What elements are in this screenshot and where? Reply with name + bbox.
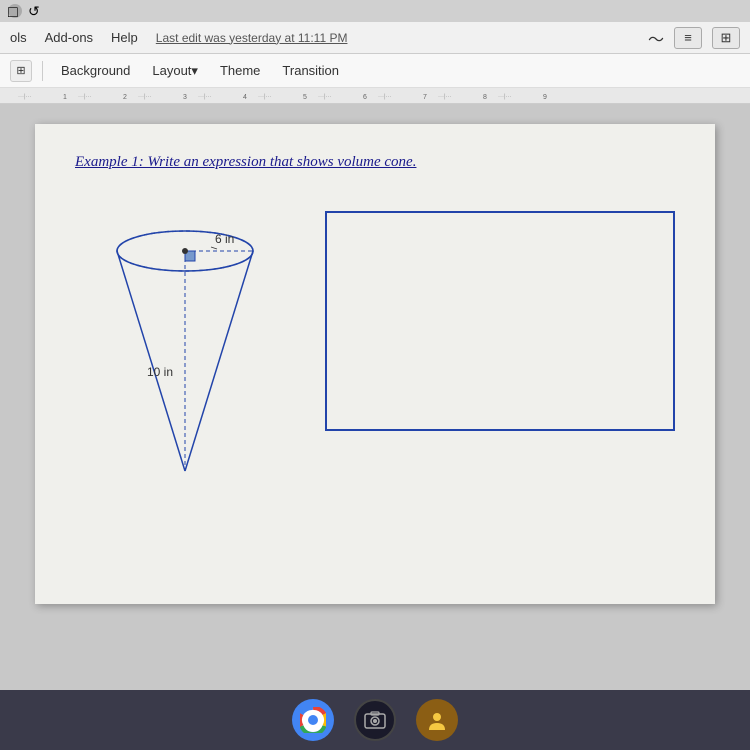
- top-bar-square-icon: □: [8, 4, 22, 18]
- toolbar-separator: [42, 61, 43, 81]
- svg-text:···|···: ···|···: [78, 94, 92, 100]
- svg-text:5: 5: [303, 94, 307, 101]
- svg-text:6 in: 6 in: [215, 232, 234, 246]
- taskbar: [0, 690, 750, 750]
- svg-text:2: 2: [123, 94, 127, 101]
- svg-text:9: 9: [543, 94, 547, 101]
- cone-area: 6 in 10 in: [75, 191, 295, 491]
- menu-item-help[interactable]: Help: [111, 30, 138, 45]
- slide-content: 6 in 10 in: [75, 191, 675, 491]
- svg-text:···|···: ···|···: [18, 94, 32, 100]
- slide-title: Example 1: Write an expression that show…: [75, 154, 675, 171]
- ruler-marks: 1 2 3 4 5 6 7 8 9 ···|··· ···|··· ···|··…: [0, 88, 750, 103]
- slide-area: Example 1: Write an expression that show…: [0, 104, 750, 690]
- plus-icon-btn[interactable]: ⊞: [712, 27, 740, 49]
- taskbar-camera-icon[interactable]: [354, 699, 396, 741]
- svg-text:···|···: ···|···: [318, 94, 332, 100]
- top-bar-refresh-icon[interactable]: ↺: [28, 3, 40, 20]
- squiggle-icon: ～: [648, 26, 664, 50]
- svg-text:10 in: 10 in: [147, 365, 173, 379]
- ruler: 1 2 3 4 5 6 7 8 9 ···|··· ···|··· ···|··…: [0, 88, 750, 104]
- slide[interactable]: Example 1: Write an expression that show…: [35, 124, 715, 604]
- svg-text:8: 8: [483, 94, 487, 101]
- top-bar: □ ↺: [0, 0, 750, 22]
- svg-text:···|···: ···|···: [498, 94, 512, 100]
- svg-text:1: 1: [63, 94, 67, 101]
- svg-text:3: 3: [183, 94, 187, 101]
- right-icons-group: ～ ≡ ⊞: [648, 26, 740, 50]
- svg-text:6: 6: [363, 94, 367, 101]
- svg-text:···|···: ···|···: [378, 94, 392, 100]
- svg-text:···|···: ···|···: [258, 94, 272, 100]
- answer-box[interactable]: [325, 211, 675, 431]
- tab-background[interactable]: Background: [53, 59, 138, 82]
- menu-bar: ols Add-ons Help Last edit was yesterday…: [0, 22, 750, 54]
- svg-text:···|···: ···|···: [198, 94, 212, 100]
- last-edit-text: Last edit was yesterday at 11:11 PM: [156, 31, 348, 45]
- taskbar-person-icon[interactable]: [416, 699, 458, 741]
- svg-text:···|···: ···|···: [138, 94, 152, 100]
- slides-icon[interactable]: ⊞: [10, 60, 32, 82]
- tab-transition[interactable]: Transition: [274, 59, 347, 82]
- toolbar: ⊞ Background Layout▾ Theme Transition: [0, 54, 750, 88]
- tab-theme[interactable]: Theme: [212, 59, 268, 82]
- tab-layout[interactable]: Layout▾: [144, 59, 206, 83]
- menu-item-ols[interactable]: ols: [10, 30, 27, 45]
- svg-text:···|···: ···|···: [438, 94, 452, 100]
- menu-item-addons[interactable]: Add-ons: [45, 30, 93, 45]
- monitor-icon-btn[interactable]: ≡: [674, 27, 702, 49]
- cone-diagram: 6 in 10 in: [85, 191, 285, 491]
- taskbar-chrome-icon[interactable]: [292, 699, 334, 741]
- svg-text:4: 4: [243, 94, 247, 101]
- svg-text:7: 7: [423, 94, 427, 101]
